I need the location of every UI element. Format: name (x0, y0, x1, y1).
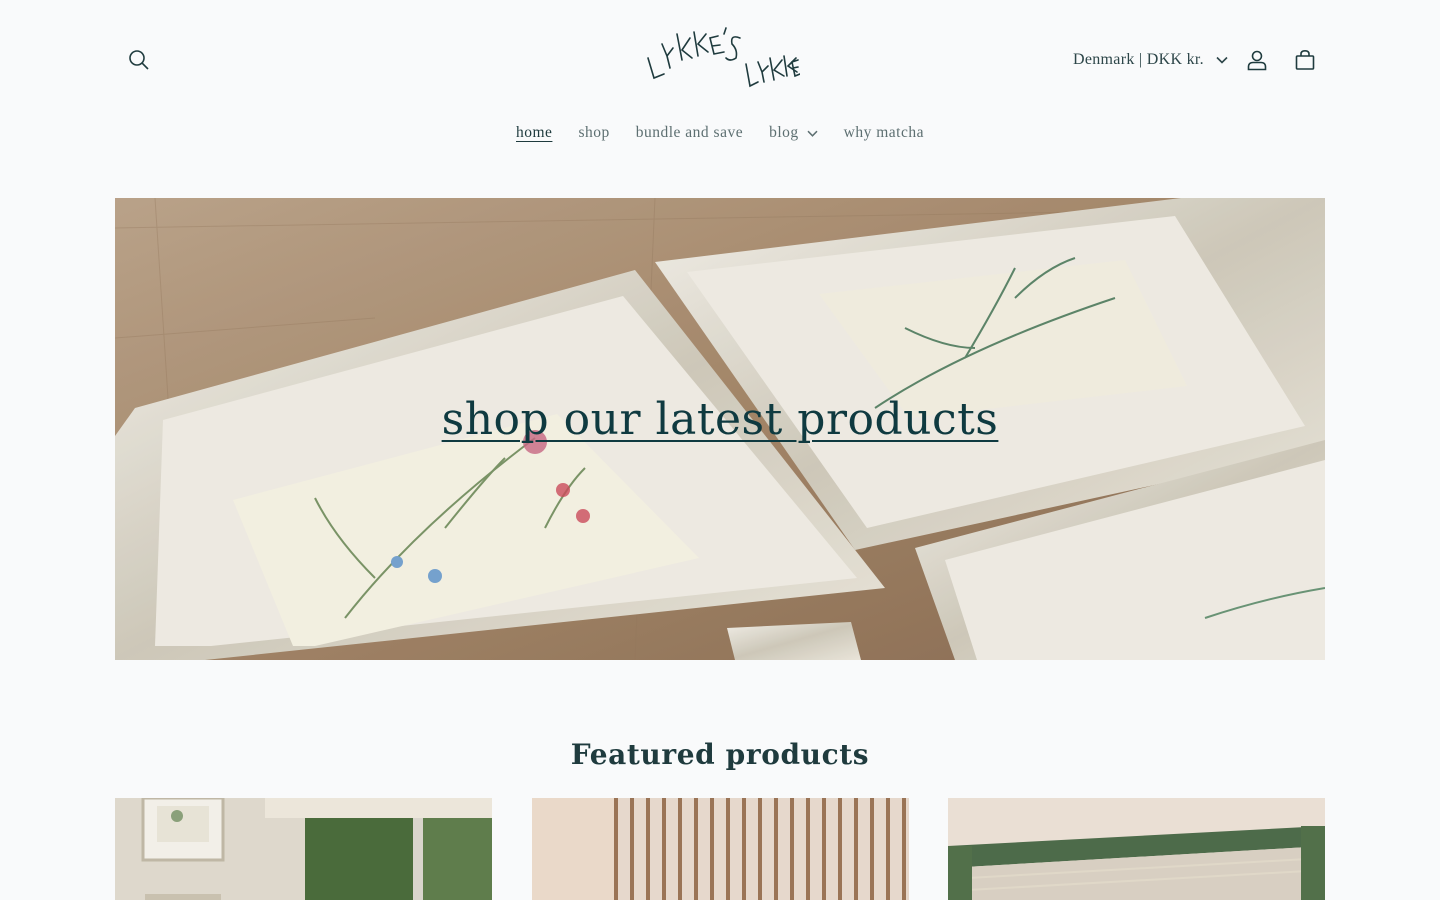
cart-button[interactable] (1283, 38, 1327, 82)
site-header: Denmark | DKK kr. home shop bundle and s… (0, 0, 1440, 170)
featured-products-heading: Featured products (570, 738, 870, 772)
main-navigation: home shop bundle and save blog why match… (0, 116, 1440, 150)
nav-item-label: shop (578, 124, 610, 141)
nav-item-bundle-and-save[interactable]: bundle and save (623, 116, 756, 150)
hero-banner: shop our latest products (115, 198, 1325, 660)
product-image (115, 798, 492, 900)
search-button[interactable] (117, 38, 161, 82)
site-logo[interactable] (640, 24, 800, 96)
nav-item-shop[interactable]: shop (565, 116, 622, 150)
nav-item-why-matcha[interactable]: why matcha (831, 116, 937, 150)
product-card[interactable] (532, 798, 909, 900)
product-image (532, 798, 909, 900)
locale-label: Denmark | DKK kr. (1073, 51, 1204, 68)
nav-item-label: home (516, 124, 553, 141)
nav-item-label: bundle and save (635, 124, 744, 141)
search-icon (129, 50, 149, 70)
nav-item-home[interactable]: home (503, 116, 565, 150)
nav-item-label: blog (769, 124, 799, 141)
country-currency-selector[interactable]: Denmark | DKK kr. (1064, 46, 1228, 74)
account-button[interactable] (1235, 38, 1279, 82)
shopping-bag-icon (1295, 49, 1315, 70)
chevron-down-icon (807, 130, 818, 137)
user-icon (1247, 50, 1267, 71)
product-card[interactable] (115, 798, 492, 900)
hero-title-link[interactable]: shop our latest products (115, 394, 1325, 445)
nav-item-label: why matcha (843, 124, 924, 141)
product-card[interactable] (948, 798, 1325, 900)
chevron-down-icon (1216, 56, 1228, 64)
product-image (948, 798, 1325, 900)
logo-lettering (647, 27, 800, 88)
nav-item-blog[interactable]: blog (756, 116, 831, 150)
